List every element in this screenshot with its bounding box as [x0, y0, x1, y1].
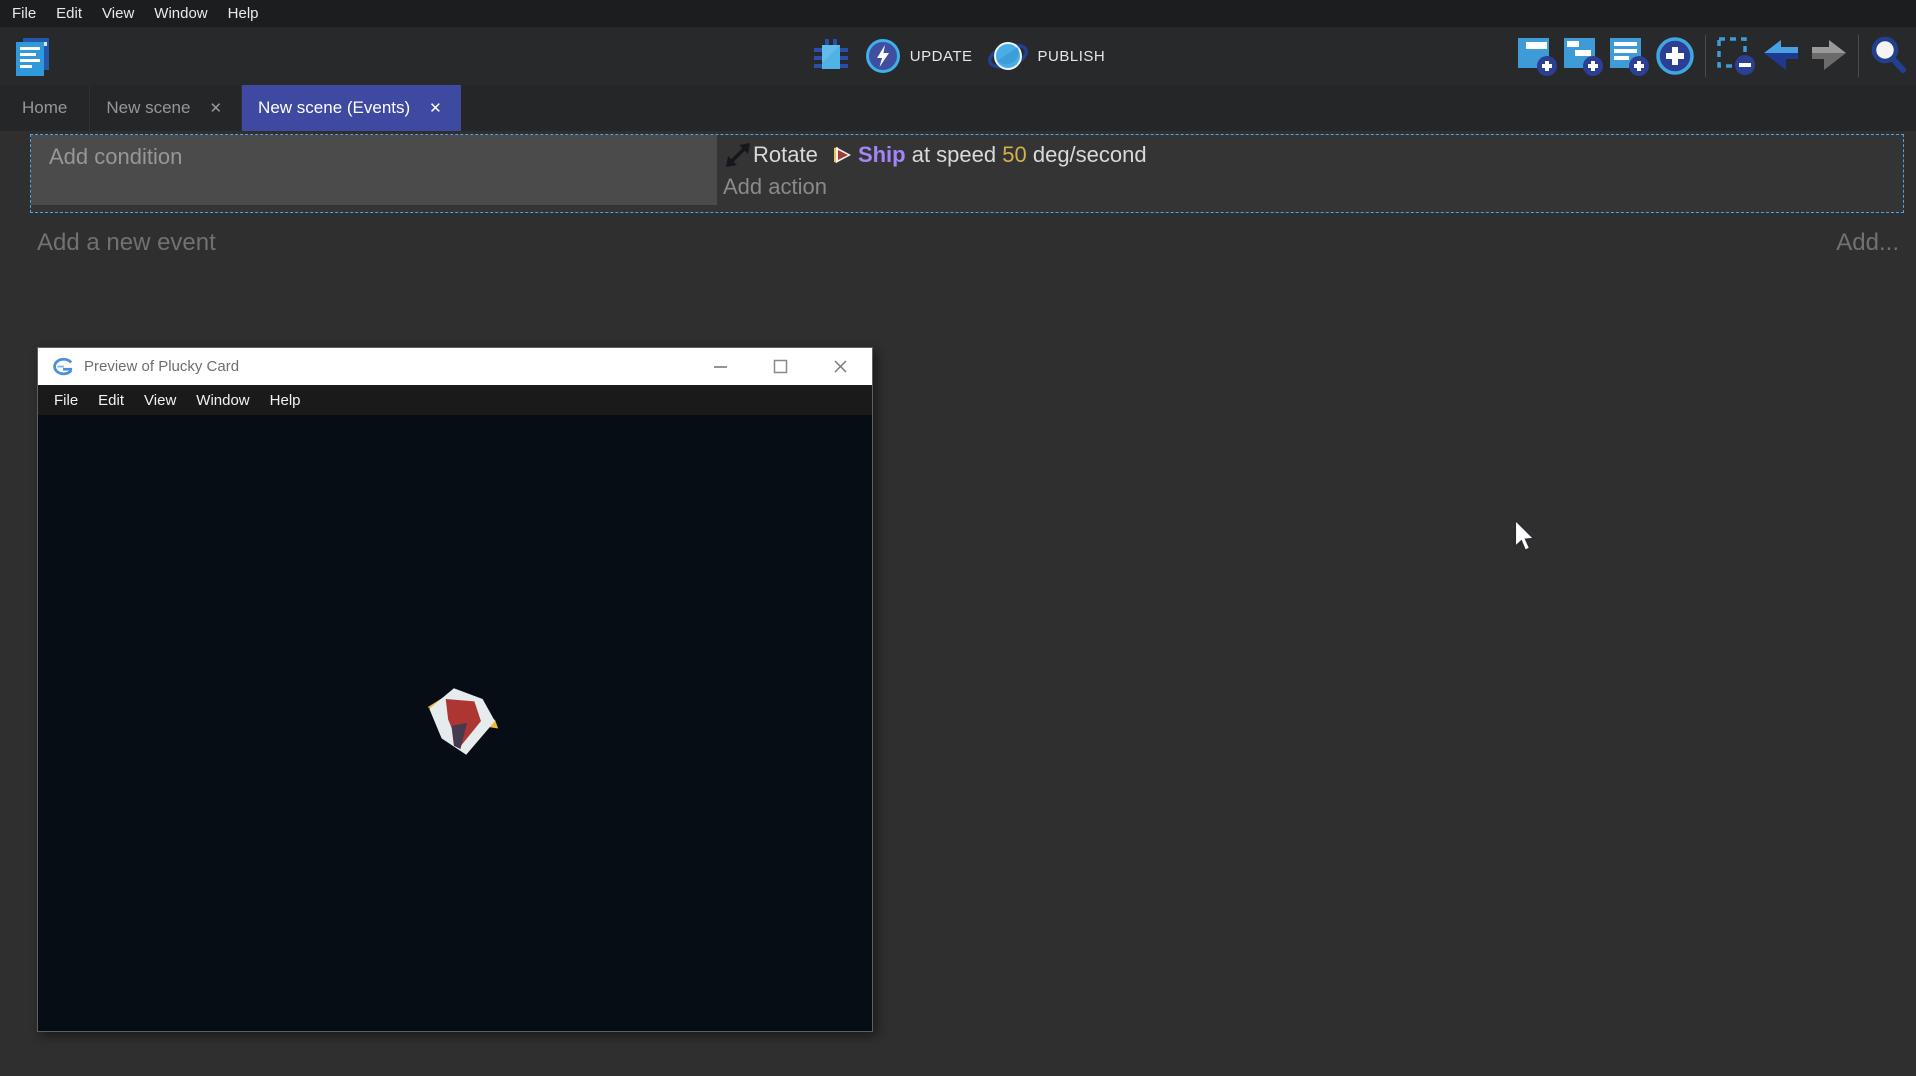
undo-arrow-icon [1762, 38, 1802, 74]
toolbar-separator [1705, 35, 1706, 77]
game-canvas[interactable] [38, 415, 872, 1031]
toolbar-separator [1858, 35, 1859, 77]
update-label: UPDATE [910, 48, 973, 65]
minimize-icon[interactable] [708, 355, 732, 379]
add-condition-placeholder: Add condition [49, 144, 182, 169]
add-event-button[interactable] [1514, 33, 1560, 79]
rotate-action-icon [725, 142, 751, 168]
action-verb: Rotate [753, 142, 824, 168]
preview-menu-help[interactable]: Help [260, 392, 311, 409]
selected-event-row[interactable]: Add condition Rotate [30, 134, 1904, 213]
redo-arrow-icon [1808, 38, 1848, 74]
app-menubar: File Edit View Window Help [0, 0, 1916, 27]
add-circle-icon [1654, 35, 1696, 77]
tab-new-scene-events[interactable]: New scene (Events) ✕ [242, 85, 461, 131]
action-mid-text: at speed [906, 142, 1003, 168]
menu-view[interactable]: View [92, 5, 144, 22]
ship-object-icon [831, 144, 853, 166]
preview-menu-edit[interactable]: Edit [88, 392, 134, 409]
add-more-button[interactable]: Add... [1836, 229, 1899, 257]
add-comment-button[interactable] [1606, 33, 1652, 79]
search-events-button[interactable] [1866, 33, 1912, 79]
redo-button[interactable] [1805, 33, 1851, 79]
close-tab-icon[interactable]: ✕ [426, 97, 445, 119]
preview-menu-file[interactable]: File [44, 392, 88, 409]
tab-label: New scene [106, 98, 190, 118]
publish-button[interactable]: PUBLISH [987, 36, 1106, 76]
action-rotate-ship[interactable]: Rotate Ship at speed 50 deg/second [723, 135, 1903, 172]
add-event-icon [1516, 35, 1558, 77]
tab-home[interactable]: Home [0, 85, 90, 131]
add-new-event-row: Add a new event Add... [37, 229, 1904, 257]
preview-menubar: File Edit View Window Help [38, 385, 872, 415]
add-condition-zone[interactable]: Add condition [31, 135, 717, 205]
preview-menu-view[interactable]: View [134, 392, 186, 409]
debugger-icon[interactable] [811, 33, 851, 79]
add-other-button[interactable] [1652, 33, 1698, 79]
menu-help[interactable]: Help [218, 5, 269, 22]
preview-titlebar[interactable]: Preview of Plucky Card [38, 348, 872, 385]
add-new-event-button[interactable]: Add a new event [37, 229, 216, 257]
maximize-icon[interactable] [768, 355, 792, 379]
action-object-name: Ship [858, 142, 906, 168]
add-action-placeholder[interactable]: Add action [723, 174, 1903, 200]
events-sheet: Add condition Rotate [0, 131, 1916, 257]
preview-window-title: Preview of Plucky Card [84, 358, 708, 375]
close-window-icon[interactable] [828, 355, 852, 379]
preview-window[interactable]: Preview of Plucky Card File Edit View Wi… [37, 347, 873, 1032]
publish-label: PUBLISH [1038, 48, 1106, 65]
close-tab-icon[interactable]: ✕ [206, 97, 225, 119]
ship-sprite [415, 676, 501, 763]
add-comment-icon [1608, 35, 1650, 77]
delete-selection-button[interactable] [1713, 33, 1759, 79]
action-suffix-text: deg/second [1027, 142, 1147, 168]
add-subevent-button[interactable] [1560, 33, 1606, 79]
update-button[interactable]: UPDATE [865, 38, 973, 74]
tab-label: Home [22, 98, 67, 118]
mouse-cursor [1512, 519, 1538, 558]
globe-icon [987, 36, 1029, 76]
add-subevent-icon [1562, 35, 1604, 77]
remove-selection-icon [1715, 35, 1757, 77]
project-manager-icon[interactable] [12, 35, 54, 79]
main-toolbar: UPDATE PUBLISH [0, 27, 1916, 85]
menu-file[interactable]: File [2, 5, 46, 22]
gdevelop-logo-icon [52, 357, 74, 377]
tab-label: New scene (Events) [258, 98, 410, 118]
search-icon [1868, 35, 1910, 77]
action-value: 50 [1002, 142, 1026, 168]
preview-menu-window[interactable]: Window [186, 392, 259, 409]
window-controls [708, 355, 858, 379]
menu-edit[interactable]: Edit [46, 5, 92, 22]
tab-new-scene[interactable]: New scene ✕ [90, 85, 242, 131]
undo-button[interactable] [1759, 33, 1805, 79]
actions-column: Rotate Ship at speed 50 deg/second Add a… [717, 135, 1903, 212]
lightning-circle-icon [865, 38, 901, 74]
editor-tabbar: Home New scene ✕ New scene (Events) ✕ [0, 85, 1916, 131]
bug-chip-icon [812, 37, 850, 75]
menu-window[interactable]: Window [144, 5, 217, 22]
documents-stack-icon [13, 36, 53, 78]
